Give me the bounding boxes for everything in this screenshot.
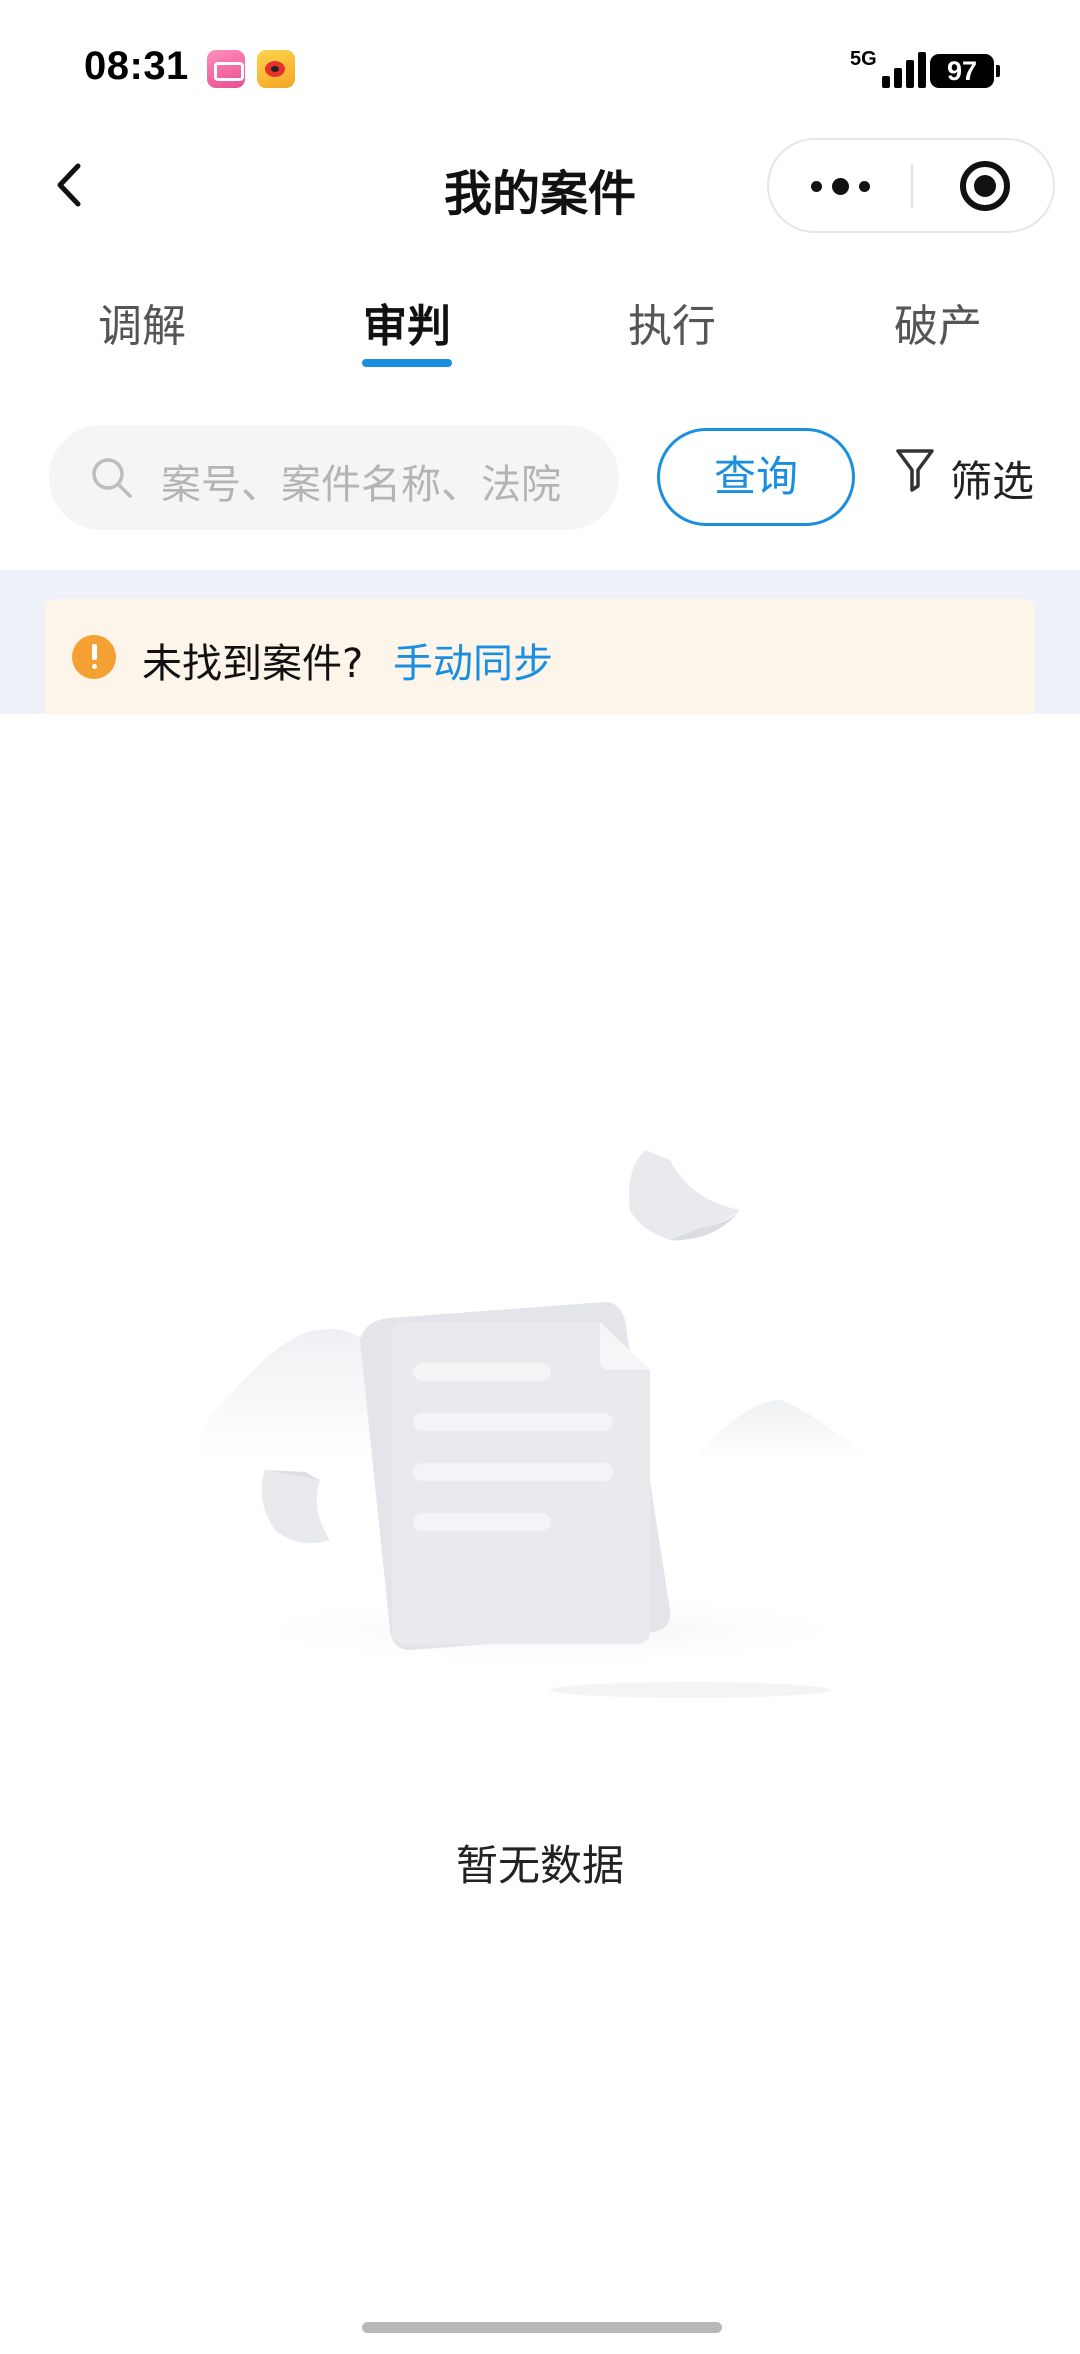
status-bar: 08:31 5G 97 — [0, 0, 1080, 130]
tab-mediation[interactable]: 调解 — [42, 290, 242, 354]
manual-sync-link[interactable]: 手动同步 — [393, 631, 553, 689]
search-input[interactable]: 案号、案件名称、法院 — [49, 425, 619, 530]
notice-band: 未找到案件? 手动同步 — [0, 570, 1080, 714]
tab-trial[interactable]: 审判 — [307, 290, 507, 354]
warning-icon — [72, 635, 116, 679]
search-icon — [92, 458, 132, 498]
battery-level: 97 — [946, 56, 978, 86]
notice-text: 未找到案件? — [142, 641, 364, 687]
case-type-tabs: 调解 审判 执行 破产 — [0, 270, 1080, 370]
network-type-label: 5G — [850, 48, 877, 70]
more-button[interactable] — [769, 140, 911, 231]
status-time: 08:31 — [84, 44, 189, 88]
home-indicator[interactable] — [362, 2322, 722, 2333]
weibo-icon — [257, 50, 295, 88]
empty-state-message: 暂无数据 — [455, 1841, 624, 1890]
tab-bankruptcy[interactable]: 破产 — [838, 290, 1038, 354]
bilibili-icon — [207, 50, 245, 88]
filter-button[interactable]: 筛选 — [890, 440, 1040, 510]
nav-bar: 我的案件 — [0, 130, 1080, 240]
active-tab-indicator — [362, 359, 452, 367]
notice-card: 未找到案件? 手动同步 — [45, 599, 1035, 714]
mini-program-capsule — [767, 138, 1055, 233]
empty-documents-illustration — [200, 1150, 880, 1698]
close-mini-program-button[interactable] — [913, 140, 1055, 231]
filter-label: 筛选 — [950, 457, 1035, 506]
funnel-icon — [896, 449, 934, 492]
query-button[interactable]: 查询 — [657, 428, 855, 526]
battery-icon: 97 — [930, 54, 1000, 88]
search-placeholder: 案号、案件名称、法院 — [161, 462, 561, 508]
signal-strength-icon — [878, 52, 928, 88]
tab-execution[interactable]: 执行 — [572, 290, 772, 354]
